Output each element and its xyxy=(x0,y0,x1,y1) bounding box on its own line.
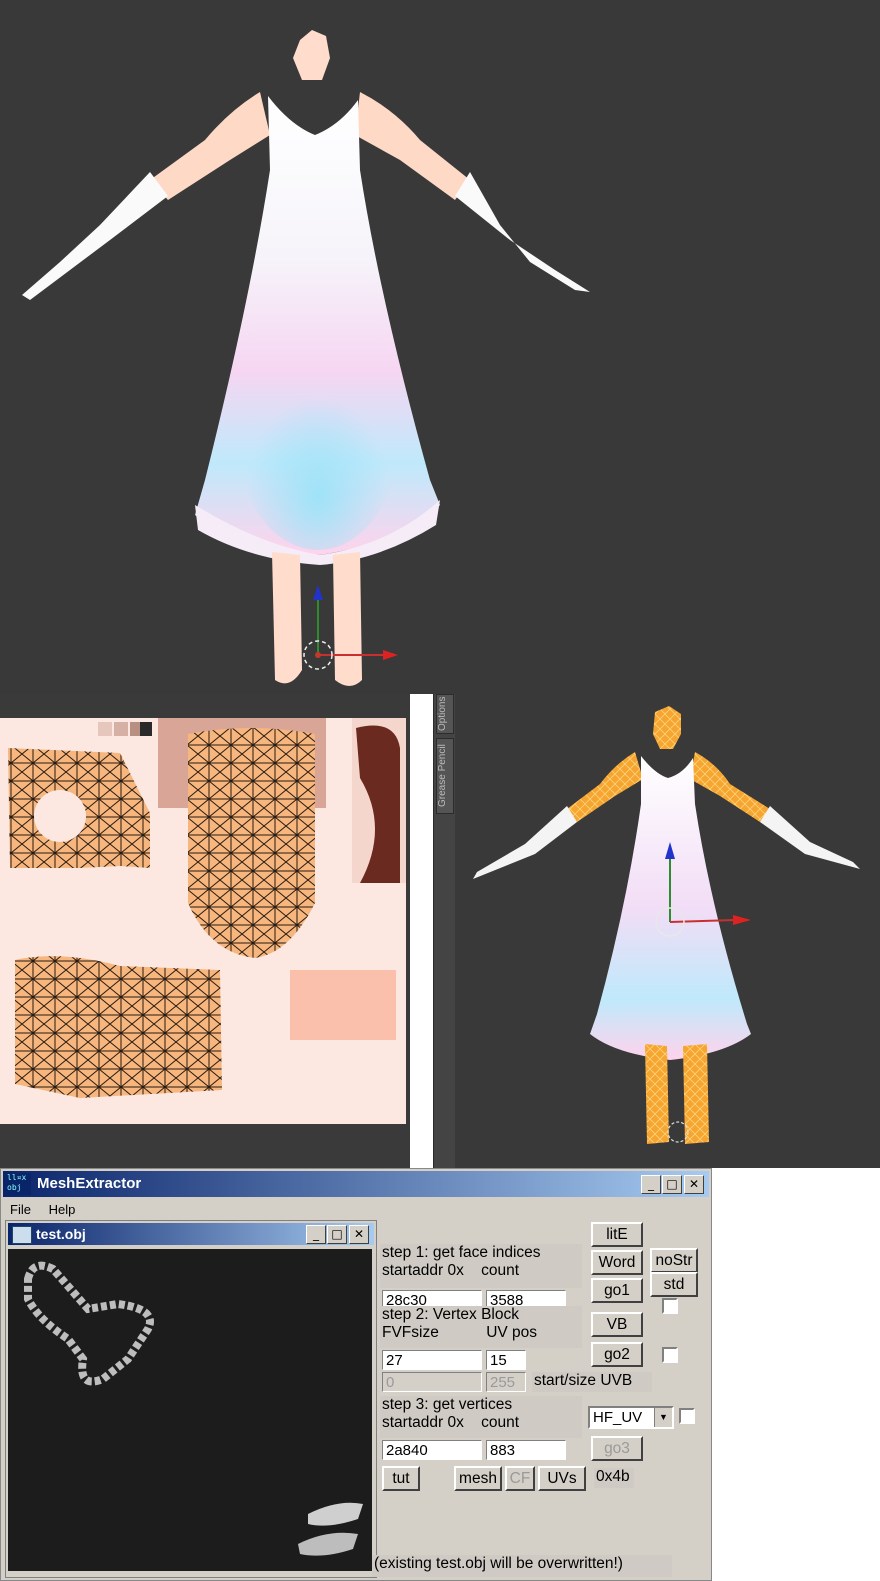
step1-columns: startaddr 0x count xyxy=(382,1262,520,1279)
child-title: test.obj xyxy=(36,1226,86,1242)
child-close-icon[interactable]: ✕ xyxy=(349,1225,369,1244)
menu-help[interactable]: Help xyxy=(42,1199,83,1220)
window-titlebar[interactable]: ll¤x obj MeshExtractor _ □ ✕ xyxy=(3,1171,709,1197)
vb-button[interactable]: VB xyxy=(591,1312,643,1337)
window-title: MeshExtractor xyxy=(37,1175,142,1192)
step3-count-input[interactable]: 883 xyxy=(486,1440,566,1460)
mesh-preview-shapes xyxy=(24,1261,363,1556)
tut-button[interactable]: tut xyxy=(382,1466,420,1491)
tab-options[interactable]: Options xyxy=(436,694,454,734)
lite-button[interactable]: litE xyxy=(591,1222,643,1247)
tool-shelf-tabs: Options Grease Pencil xyxy=(433,694,457,1168)
uvb-start-input[interactable]: 0 xyxy=(382,1372,482,1392)
step3-title: step 3: get vertices xyxy=(382,1396,513,1413)
3d-viewport-right[interactable] xyxy=(455,694,880,1168)
close-icon[interactable]: ✕ xyxy=(684,1175,704,1194)
step3-startaddr-input[interactable]: 2a840 xyxy=(382,1440,482,1460)
go2-button[interactable]: go2 xyxy=(591,1342,643,1367)
preview-child-window: test.obj _ □ ✕ xyxy=(5,1220,377,1578)
minimize-icon[interactable]: _ xyxy=(641,1175,661,1194)
go3-button[interactable]: go3 xyxy=(591,1436,643,1461)
child-minimize-icon[interactable]: _ xyxy=(306,1225,326,1244)
menu-file[interactable]: File xyxy=(3,1199,38,1220)
step2-title: step 2: Vertex Block xyxy=(382,1306,519,1323)
step2-box: step 2: Vertex Block FVFsize UV pos xyxy=(380,1306,582,1348)
vertex-format-value: HF_UV xyxy=(593,1409,643,1426)
uv-layout xyxy=(8,718,406,1098)
step2-checkbox[interactable] xyxy=(662,1347,678,1363)
uvb-label: start/size UVB xyxy=(532,1372,652,1392)
step2-columns: FVFsize UV pos xyxy=(382,1324,538,1341)
uvs-button[interactable]: UVs xyxy=(538,1466,586,1491)
dress-model-render xyxy=(22,30,590,686)
child-window-icon xyxy=(12,1226,32,1244)
child-maximize-icon[interactable]: □ xyxy=(327,1225,347,1244)
3d-viewport-top[interactable] xyxy=(0,0,880,694)
step3-columns: startaddr 0x count xyxy=(382,1414,520,1431)
step3-box: step 3: get vertices startaddr 0x count xyxy=(380,1396,582,1438)
nostr-button[interactable]: noStr xyxy=(650,1248,698,1273)
step3-checkbox[interactable] xyxy=(679,1408,695,1424)
app-icon: ll¤x obj xyxy=(7,1173,31,1195)
uv-texture-image[interactable] xyxy=(0,718,406,1124)
vertex-format-select[interactable]: HF_UV ▼ xyxy=(588,1406,674,1429)
go1-button[interactable]: go1 xyxy=(591,1278,643,1303)
std-button[interactable]: std xyxy=(650,1272,698,1297)
dress-model-wireframe-render xyxy=(473,706,860,1144)
uvb-size-input[interactable]: 255 xyxy=(486,1372,526,1392)
child-titlebar[interactable]: test.obj _ □ ✕ xyxy=(8,1223,374,1245)
tab-grease-pencil[interactable]: Grease Pencil xyxy=(436,738,454,814)
menu-bar: File Help xyxy=(3,1199,703,1221)
cf-button[interactable]: CF xyxy=(505,1466,535,1491)
uvpos-input[interactable]: 15 xyxy=(486,1350,526,1370)
fvfsize-input[interactable]: 27 xyxy=(382,1350,482,1370)
step1-checkbox[interactable] xyxy=(662,1298,678,1314)
hex-value-label: 0x4b xyxy=(594,1468,634,1488)
step1-title: step 1: get face indices xyxy=(382,1244,541,1261)
mesh-button[interactable]: mesh xyxy=(454,1466,502,1491)
mesh-preview-canvas[interactable] xyxy=(8,1249,372,1571)
step1-box: step 1: get face indices startaddr 0x co… xyxy=(380,1244,582,1288)
chevron-down-icon[interactable]: ▼ xyxy=(654,1408,672,1427)
status-message: (existing test.obj will be overwritten!) xyxy=(372,1555,672,1577)
maximize-icon[interactable]: □ xyxy=(662,1175,682,1194)
word-button[interactable]: Word xyxy=(591,1250,643,1275)
